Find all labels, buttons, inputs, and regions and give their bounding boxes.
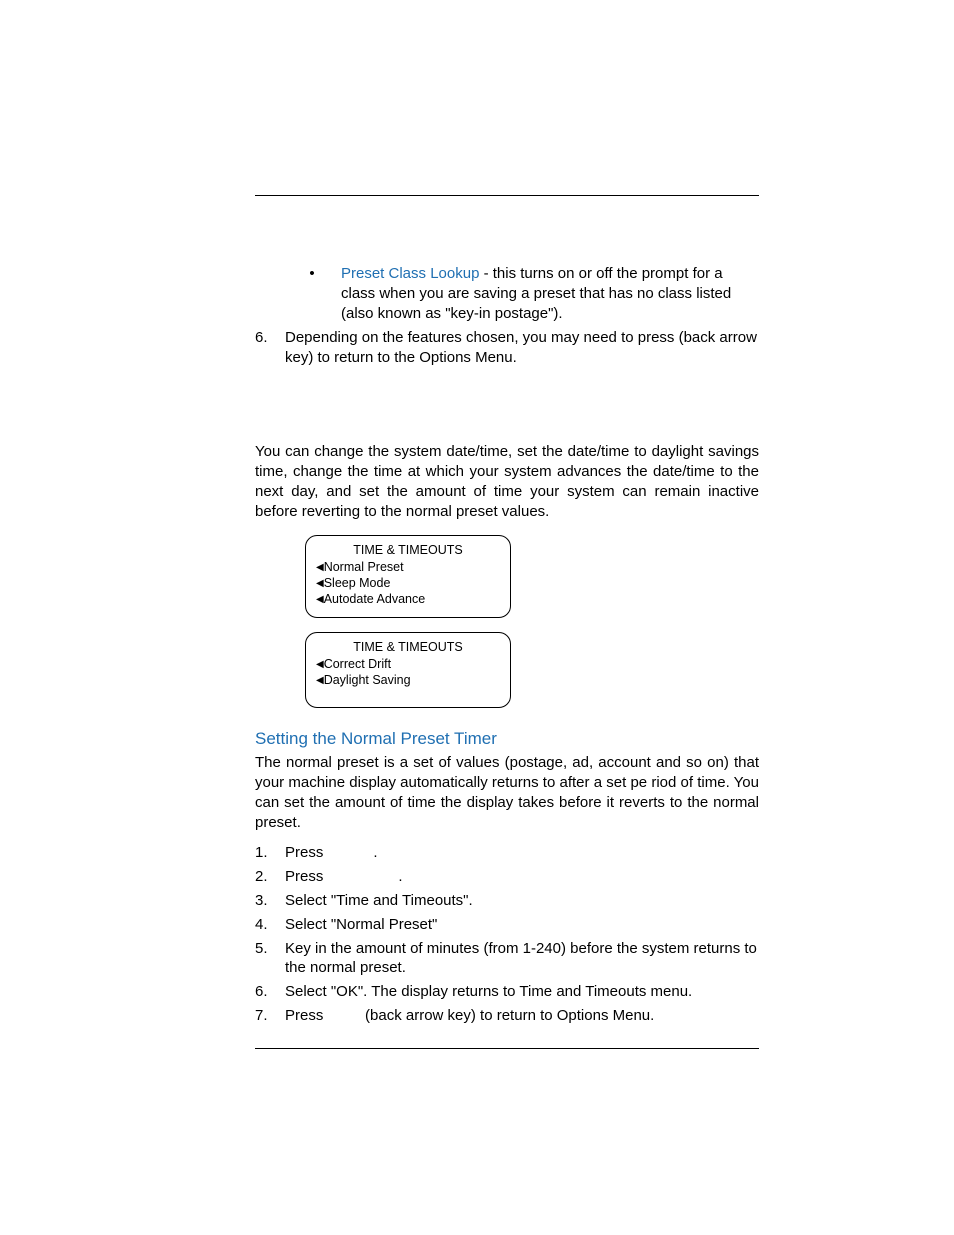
left-arrow-icon: ◀ [316, 658, 324, 671]
step-text: Select "Time and Timeouts". [285, 891, 759, 911]
screen-item-label: Daylight Saving [324, 673, 411, 687]
preset-class-lookup-link[interactable]: Preset Class Lookup [341, 265, 479, 282]
step-number: 4. [255, 915, 285, 935]
step-row: 5. Key in the amount of minutes (from 1-… [255, 939, 759, 979]
step-row: 6. Select "OK". The display returns to T… [255, 982, 759, 1002]
step-text: Press . [285, 843, 759, 863]
step-text: Press . [285, 867, 759, 887]
step-text: Select "OK". The display returns to Time… [285, 982, 759, 1002]
step-number: 5. [255, 939, 285, 979]
step-number: 6. [255, 982, 285, 1002]
step-number: 3. [255, 891, 285, 911]
screen-item: ◀Daylight Saving [316, 672, 500, 688]
intro-paragraph: You can change the system date/time, set… [255, 442, 759, 522]
step-row: 2. Press . [255, 867, 759, 887]
top-bullet-block: • Preset Class Lookup - this turns on or… [255, 264, 759, 324]
screen-item: ◀Correct Drift [316, 656, 500, 672]
top-rule [255, 195, 759, 196]
lcd-screen-2: TIME & TIMEOUTS ◀Correct Drift ◀Daylight… [305, 632, 511, 708]
step-row: 3. Select "Time and Timeouts". [255, 891, 759, 911]
step-text: Press (back arrow key) to return to Opti… [285, 1006, 759, 1026]
step-text: Select "Normal Preset" [285, 915, 759, 935]
step-row: 4. Select "Normal Preset" [255, 915, 759, 935]
step-number: 2. [255, 867, 285, 887]
left-arrow-icon: ◀ [316, 561, 324, 574]
screen-item-label: Autodate Advance [324, 592, 425, 606]
step-row: 6. Depending on the features chosen, you… [255, 328, 759, 368]
document-page: • Preset Class Lookup - this turns on or… [0, 0, 954, 1235]
bullet-item: • Preset Class Lookup - this turns on or… [283, 264, 759, 324]
step-text: Depending on the features chosen, you ma… [285, 328, 759, 368]
screen-item: ◀Normal Preset [316, 559, 500, 575]
screen-title: TIME & TIMEOUTS [316, 542, 500, 558]
screen-title: TIME & TIMEOUTS [316, 639, 500, 655]
spacer [255, 372, 759, 442]
screen-item-label: Sleep Mode [324, 576, 391, 590]
step-text: Key in the amount of minutes (from 1-240… [285, 939, 759, 979]
bottom-rule [255, 1048, 759, 1049]
left-arrow-icon: ◀ [316, 593, 324, 606]
step-number: 1. [255, 843, 285, 863]
screen-item-label: Correct Drift [324, 657, 391, 671]
lcd-screens-group: TIME & TIMEOUTS ◀Normal Preset ◀Sleep Mo… [305, 535, 759, 708]
screen-item-label: Normal Preset [324, 560, 404, 574]
body-content: • Preset Class Lookup - this turns on or… [255, 264, 759, 1049]
ordered-steps: 1. Press . 2. Press . 3. Select "Time an… [255, 843, 759, 1027]
left-arrow-icon: ◀ [316, 674, 324, 687]
step-number: 6. [255, 328, 285, 368]
screen-item: ◀Autodate Advance [316, 591, 500, 607]
bullet-mark: • [283, 264, 341, 324]
left-arrow-icon: ◀ [316, 577, 324, 590]
section-heading: Setting the Normal Preset Timer [255, 728, 759, 751]
lcd-screen-1: TIME & TIMEOUTS ◀Normal Preset ◀Sleep Mo… [305, 535, 511, 618]
step-number: 7. [255, 1006, 285, 1026]
screen-item: ◀Sleep Mode [316, 575, 500, 591]
bullet-text: Preset Class Lookup - this turns on or o… [341, 264, 759, 324]
step-row: 1. Press . [255, 843, 759, 863]
step-row: 7. Press (back arrow key) to return to O… [255, 1006, 759, 1026]
section-paragraph: The normal preset is a set of values (po… [255, 753, 759, 833]
